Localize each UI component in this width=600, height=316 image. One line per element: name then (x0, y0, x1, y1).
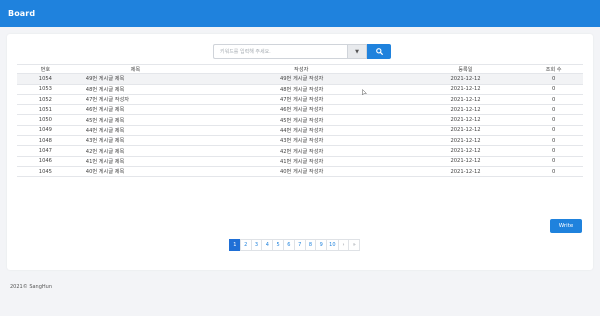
row-writer: 45번 게시글 작성자 (279, 117, 324, 124)
header-date: 등록일 (458, 66, 473, 73)
row-title-link[interactable]: 43번 게시글 제목 (74, 137, 197, 144)
row-views: 0 (551, 96, 556, 103)
row-date: 2021-12-12 (450, 117, 481, 124)
row-views: 0 (551, 137, 556, 144)
caret-down-icon: ▼ (355, 48, 359, 55)
table-header: 번호 제목 작성자 등록일 조회 수 (17, 64, 583, 75)
search-input[interactable] (213, 44, 347, 59)
table-row[interactable]: 1045 40번 게시글 제목 40번 게시글 작성자 2021-12-12 0 (17, 167, 583, 178)
table-row[interactable]: 1050 45번 게시글 제목 45번 게시글 작성자 2021-12-12 0 (17, 115, 583, 126)
row-no: 1053 (38, 86, 52, 93)
write-button[interactable]: Write (550, 219, 582, 233)
row-date: 2021-12-12 (450, 75, 481, 82)
row-no: 1047 (38, 148, 52, 155)
row-views: 0 (551, 127, 556, 134)
row-date: 2021-12-12 (450, 106, 481, 113)
table-row[interactable]: 1052 47번 게시글 작성자 47번 게시글 작성자 2021-12-12 0 (17, 95, 583, 106)
row-no: 1048 (38, 137, 52, 144)
row-date: 2021-12-12 (450, 137, 481, 144)
table-row[interactable]: 1053 48번 게시글 제목 48번 게시글 작성자 2021-12-12 0 (17, 85, 583, 95)
header-views: 조회 수 (545, 66, 562, 73)
table-row[interactable]: 1051 46번 게시글 제목 46번 게시글 작성자 2021-12-12 0 (17, 105, 583, 116)
row-date: 2021-12-12 (450, 86, 481, 93)
mouse-cursor-icon (362, 89, 367, 96)
search-button[interactable] (367, 44, 391, 59)
row-title-link[interactable]: 41번 게시글 제목 (74, 158, 197, 165)
row-views: 0 (551, 148, 556, 155)
search-icon (375, 48, 383, 55)
row-title-link[interactable]: 47번 게시글 작성자 (74, 96, 197, 103)
header-title: 제목 (130, 66, 141, 73)
brand-title[interactable]: Board (8, 9, 35, 18)
table-row[interactable]: 1049 44번 게시글 제목 44번 게시글 작성자 2021-12-12 0 (17, 126, 583, 137)
row-title-link[interactable]: 42번 게시글 제목 (74, 148, 197, 155)
row-no: 1051 (38, 106, 52, 113)
table-body: 1054 49번 게시글 제목 49번 게시글 작성자 2021-12-12 0 1053… (17, 74, 583, 178)
header-writer: 작성자 (294, 66, 309, 73)
row-no: 1049 (38, 127, 52, 134)
search-bar: ▼ (213, 44, 391, 59)
table-row[interactable]: 1048 43번 게시글 제목 43번 게시글 작성자 2021-12-12 0 (17, 136, 583, 147)
row-views: 0 (551, 75, 556, 82)
row-title-link[interactable]: 44번 게시글 제목 (74, 127, 197, 134)
row-no: 1054 (38, 75, 52, 82)
row-views: 0 (551, 117, 556, 124)
row-date: 2021-12-12 (450, 96, 481, 103)
row-writer: 46번 게시글 작성자 (279, 107, 324, 114)
row-date: 2021-12-12 (450, 168, 481, 175)
board-table: 번호 제목 작성자 등록일 조회 수 1054 49번 게시글 제목 49번 게시글… (17, 64, 583, 178)
row-writer: 47번 게시글 작성자 (279, 97, 324, 104)
row-title-link[interactable]: 40번 게시글 제목 (74, 168, 197, 175)
row-views: 0 (551, 106, 556, 113)
row-title-link[interactable]: 49번 게시글 제목 (74, 75, 197, 82)
footer-copyright: 2021© SangHun (10, 284, 52, 290)
row-writer: 43번 게시글 작성자 (279, 138, 324, 145)
top-navbar: Board (0, 0, 600, 27)
row-writer: 40번 게시글 작성자 (279, 169, 324, 176)
row-date: 2021-12-12 (450, 158, 481, 165)
row-writer: 49번 게시글 작성자 (279, 76, 324, 83)
row-date: 2021-12-12 (450, 148, 481, 155)
row-views: 0 (551, 168, 556, 175)
row-views: 0 (551, 158, 556, 165)
row-title-link[interactable]: 48번 게시글 제목 (74, 86, 197, 93)
table-row[interactable]: 1054 49번 게시글 제목 49번 게시글 작성자 2021-12-12 0 (17, 74, 583, 85)
row-no: 1052 (38, 96, 52, 103)
row-writer: 42번 게시글 작성자 (279, 148, 324, 155)
row-title-link[interactable]: 45번 게시글 제목 (74, 117, 197, 124)
row-writer: 41번 게시글 작성자 (279, 158, 324, 165)
search-type-dropdown[interactable]: ▼ (347, 44, 367, 59)
table-row[interactable]: 1047 42번 게시글 제목 42번 게시글 작성자 2021-12-12 0 (17, 146, 583, 157)
row-no: 1045 (38, 168, 52, 175)
row-title-link[interactable]: 46번 게시글 제목 (74, 106, 197, 113)
board-card: ▼ 번호 제목 작성자 등록일 조회 수 1054 49번 게시글 제목 49번 게… (7, 34, 593, 270)
row-writer: 44번 게시글 작성자 (279, 127, 324, 134)
row-date: 2021-12-12 (450, 127, 481, 134)
row-no: 1046 (38, 158, 52, 165)
last-page-button[interactable]: » (348, 239, 361, 251)
row-no: 1050 (38, 117, 52, 124)
row-views: 0 (551, 86, 556, 93)
pagination: 1 2 3 4 5 6 7 8 9 10 ›» (229, 239, 361, 251)
row-writer: 48번 게시글 작성자 (279, 86, 324, 93)
table-row[interactable]: 1046 41번 게시글 제목 41번 게시글 작성자 2021-12-12 0 (17, 157, 583, 167)
